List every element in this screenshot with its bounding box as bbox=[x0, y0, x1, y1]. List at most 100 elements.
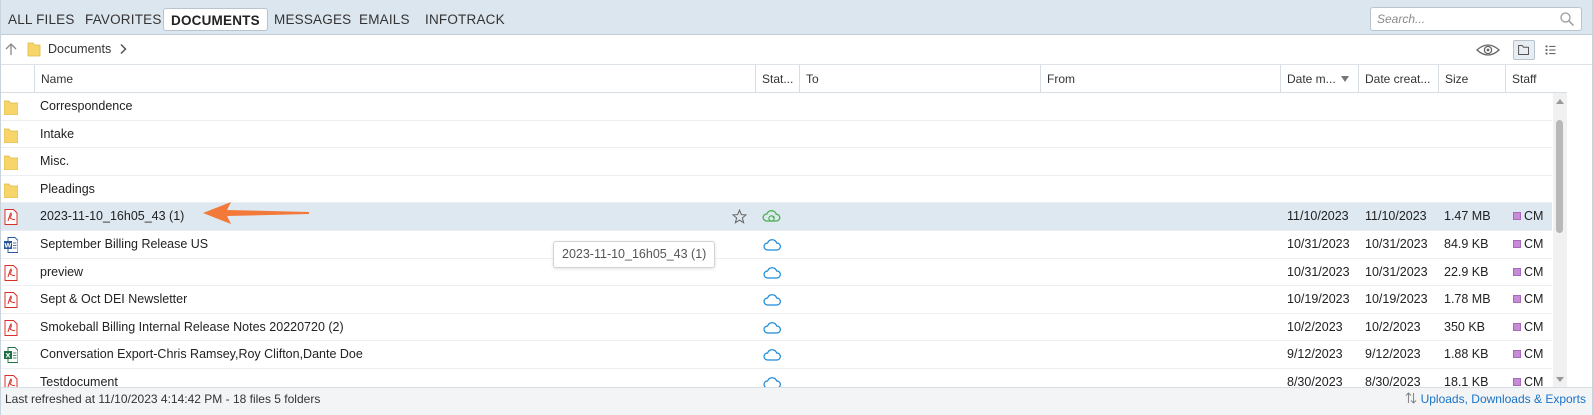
staff-cell: CM bbox=[1513, 231, 1543, 258]
svg-text:W: W bbox=[4, 242, 11, 250]
folder-name: Correspondence bbox=[40, 99, 133, 113]
column-header-size[interactable]: Size bbox=[1438, 65, 1505, 93]
column-header-from[interactable]: From bbox=[1040, 65, 1280, 93]
folder-name: Pleadings bbox=[40, 181, 95, 196]
folder-row-misc[interactable]: Misc. bbox=[1, 148, 1552, 176]
date-created: 10/31/2023 bbox=[1365, 237, 1428, 251]
date-created: 10/2/2023 bbox=[1365, 319, 1421, 334]
scrollbar-thumb[interactable] bbox=[1556, 120, 1563, 233]
staff-cell: CM bbox=[1513, 314, 1543, 341]
column-header-date-created[interactable]: Date creat... bbox=[1358, 65, 1438, 93]
column-header-date-modified-label: Date m... bbox=[1287, 72, 1336, 86]
scroll-up-arrow[interactable] bbox=[1556, 99, 1564, 104]
staff-color-swatch bbox=[1513, 322, 1521, 331]
file-row[interactable]: preview 10/31/2023 10/31/2023 22.9 KB CM bbox=[1, 259, 1552, 287]
staff-initials: CM bbox=[1524, 375, 1544, 387]
list-icon bbox=[1545, 45, 1556, 55]
staff-initials: CM bbox=[1524, 237, 1544, 251]
column-header-status[interactable]: Stat... bbox=[755, 65, 799, 93]
vertical-scrollbar[interactable] bbox=[1553, 93, 1567, 387]
column-header-name[interactable]: Name bbox=[34, 65, 755, 93]
file-size: 350 KB bbox=[1444, 319, 1486, 334]
column-header-date-modified[interactable]: Date m... bbox=[1280, 65, 1358, 93]
staff-cell: CM bbox=[1513, 341, 1543, 368]
staff-initials: CM bbox=[1524, 347, 1544, 362]
staff-color-swatch bbox=[1513, 267, 1521, 276]
file-size: 18.1 KB bbox=[1444, 375, 1489, 387]
cloud-icon bbox=[763, 294, 781, 306]
tab-documents[interactable]: DOCUMENTS bbox=[163, 8, 268, 31]
staff-color-swatch bbox=[1513, 350, 1521, 359]
staff-cell: CM bbox=[1513, 203, 1543, 230]
search-box bbox=[1370, 7, 1582, 31]
date-modified: 10/31/2023 bbox=[1287, 237, 1350, 251]
file-row[interactable]: Smokeball Billing Internal Release Notes… bbox=[1, 314, 1552, 342]
tab-messages[interactable]: MESSAGES bbox=[274, 8, 351, 31]
folder-row-correspondence[interactable]: Correspondence bbox=[1, 93, 1552, 121]
tab-all-files[interactable]: ALL FILES bbox=[8, 8, 75, 31]
date-modified: 9/12/2023 bbox=[1287, 347, 1343, 362]
cloud-sync-icon bbox=[762, 210, 781, 223]
date-modified: 8/30/2023 bbox=[1287, 375, 1343, 387]
status-separator: - bbox=[222, 392, 233, 406]
folder-outline-icon bbox=[1518, 45, 1529, 55]
file-row[interactable]: X Conversation Export-Chris Ramsey,Roy C… bbox=[1, 341, 1552, 369]
folder-name: Intake bbox=[40, 126, 75, 141]
file-name: Conversation Export-Chris Ramsey,Roy Cli… bbox=[40, 347, 363, 362]
pdf-file-icon bbox=[4, 319, 18, 336]
date-modified: 10/2/2023 bbox=[1287, 319, 1343, 334]
file-name: 2023-11-10_16h05_43 (1) bbox=[40, 209, 185, 224]
tab-infotrack[interactable]: INFOTRACK bbox=[425, 8, 505, 31]
chevron-right-icon[interactable] bbox=[118, 43, 128, 55]
date-created: 11/10/2023 bbox=[1365, 209, 1427, 224]
staff-cell: CM bbox=[1513, 259, 1543, 286]
excel-file-icon: X bbox=[4, 347, 18, 364]
cloud-icon bbox=[763, 266, 781, 279]
star-outline-icon[interactable] bbox=[732, 209, 747, 225]
breadcrumb: Documents bbox=[1, 35, 1592, 65]
tab-favorites[interactable]: FAVORITES bbox=[85, 8, 162, 31]
uploads-downloads-link[interactable]: Uploads, Downloads & Exports bbox=[1405, 392, 1586, 406]
cloud-icon bbox=[763, 322, 781, 334]
folder-view-button[interactable] bbox=[1513, 40, 1535, 60]
staff-initials: CM bbox=[1524, 319, 1544, 334]
folder-name: Misc. bbox=[40, 154, 70, 169]
column-header-staff[interactable]: Staff bbox=[1505, 65, 1567, 93]
arrow-up-icon[interactable] bbox=[4, 42, 18, 56]
date-created: 9/12/2023 bbox=[1365, 347, 1421, 362]
list-view-button[interactable] bbox=[1540, 40, 1562, 60]
file-row[interactable]: Sept & Oct DEI Newsletter 10/19/2023 10/… bbox=[1, 286, 1552, 314]
search-input[interactable] bbox=[1371, 8, 1551, 30]
eye-icon[interactable] bbox=[1475, 41, 1501, 59]
cloud-icon bbox=[763, 349, 781, 361]
date-created: 10/31/2023 bbox=[1365, 264, 1428, 279]
scroll-down-arrow[interactable] bbox=[1556, 377, 1564, 382]
staff-initials: CM bbox=[1524, 264, 1544, 279]
file-row[interactable]: Testdocument 8/30/2023 8/30/2023 18.1 KB… bbox=[1, 369, 1552, 387]
cloud-icon bbox=[763, 377, 781, 387]
folder-icon bbox=[4, 183, 18, 198]
tab-emails[interactable]: EMAILS bbox=[359, 8, 410, 31]
table-header: Name Stat... To From Date m... Date crea… bbox=[1, 65, 1567, 93]
file-list: Correspondence Intake Misc. Pleadings 20… bbox=[1, 93, 1552, 387]
file-name: Testdocument bbox=[40, 375, 118, 387]
breadcrumb-documents[interactable]: Documents bbox=[48, 42, 111, 56]
status-info: Last refreshed at 11/10/2023 4:14:42 PM … bbox=[5, 392, 320, 406]
svg-text:X: X bbox=[5, 352, 10, 360]
documents-app: ALL FILES FAVORITES DOCUMENTS MESSAGES E… bbox=[0, 0, 1593, 415]
file-size: 1.88 KB bbox=[1444, 347, 1489, 362]
folder-row-intake[interactable]: Intake bbox=[1, 121, 1552, 149]
file-size: 1.47 MB bbox=[1444, 209, 1491, 224]
date-modified: 10/31/2023 bbox=[1287, 264, 1350, 279]
column-header-to[interactable]: To bbox=[799, 65, 1040, 93]
annotation-arrow-icon bbox=[203, 202, 309, 224]
pdf-file-icon bbox=[4, 209, 18, 226]
uploads-link-label[interactable]: Uploads, Downloads & Exports bbox=[1421, 392, 1586, 406]
folder-icon bbox=[4, 128, 18, 143]
sort-desc-icon bbox=[1340, 76, 1349, 82]
file-row[interactable]: W September Billing Release US 10/31/202… bbox=[1, 231, 1552, 259]
file-size: 1.78 MB bbox=[1444, 292, 1491, 307]
search-icon[interactable] bbox=[1559, 11, 1575, 27]
cloud-icon bbox=[763, 239, 781, 251]
folder-icon bbox=[4, 155, 18, 171]
